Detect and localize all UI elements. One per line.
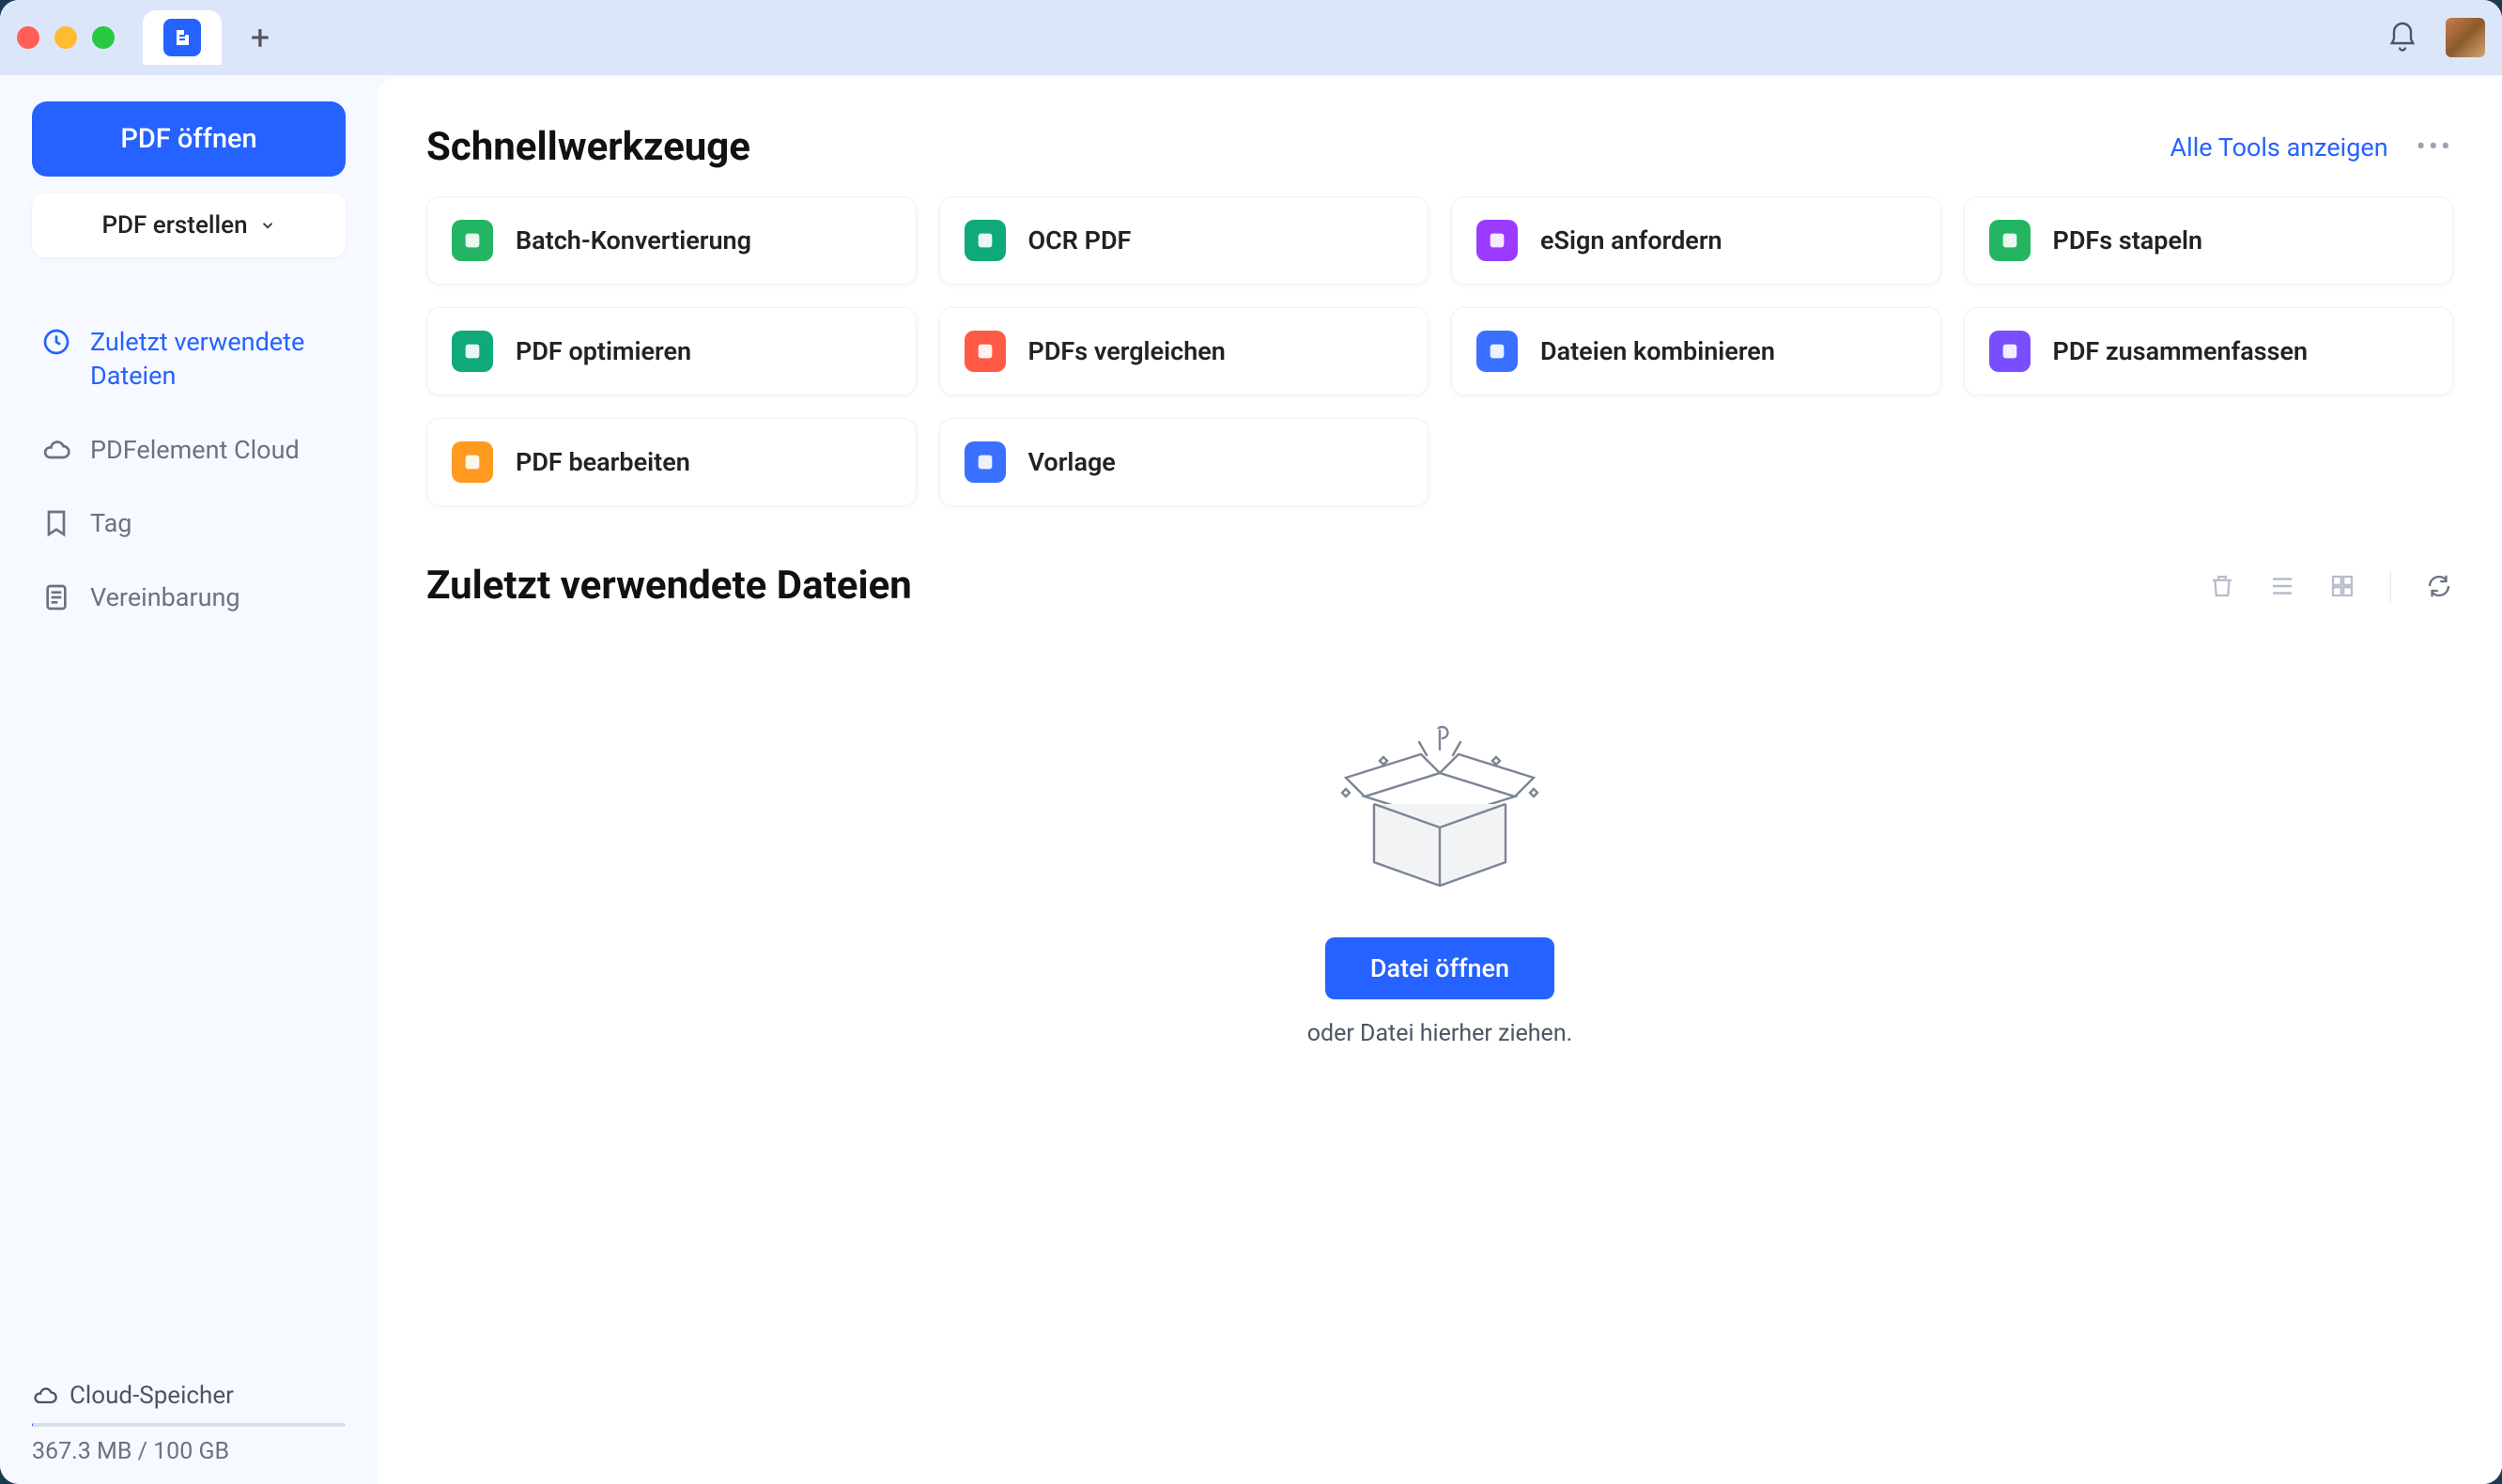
combine-icon [1476, 331, 1518, 372]
list-view-icon[interactable] [2268, 572, 2296, 600]
template-icon [965, 441, 1006, 483]
sidebar-nav: Zuletzt verwendete Dateien PDFelement Cl… [32, 312, 346, 627]
bookmark-icon [41, 508, 71, 538]
app-body: PDF öffnen PDF erstellen Zuletzt verwend… [0, 75, 2502, 1484]
sidebar: PDF öffnen PDF erstellen Zuletzt verwend… [0, 75, 378, 1484]
tool-label: PDF zusammenfassen [2053, 336, 2309, 366]
storage-progress [32, 1423, 346, 1427]
esign-icon [1476, 220, 1518, 261]
trash-icon[interactable] [2208, 572, 2236, 600]
open-file-button[interactable]: Datei öffnen [1325, 937, 1554, 999]
batch-convert-icon [452, 220, 493, 261]
document-icon [41, 582, 71, 612]
grid-view-icon[interactable] [2328, 572, 2356, 600]
nav-item-label: PDFelement Cloud [90, 433, 300, 467]
notifications-icon[interactable] [2386, 21, 2419, 54]
tool-label: Dateien kombinieren [1540, 336, 1775, 366]
separator [2390, 570, 2391, 602]
quicktools-header: Schnellwerkzeuge Alle Tools anzeigen ••• [426, 124, 2453, 170]
create-pdf-label: PDF erstellen [101, 211, 247, 240]
minimize-window-button[interactable] [54, 26, 77, 49]
cloud-storage-header[interactable]: Cloud-Speicher [32, 1382, 346, 1410]
tool-label: Vorlage [1028, 447, 1116, 477]
home-tab[interactable] [143, 10, 222, 65]
empty-state: Datei öffnen oder Datei hierher ziehen. [426, 703, 2453, 1047]
app-logo-icon [163, 19, 201, 56]
more-icon[interactable]: ••• [2417, 131, 2453, 163]
tool-label: PDFs vergleichen [1028, 336, 1226, 366]
tool-label: PDF bearbeiten [516, 447, 690, 477]
tool-label: PDFs stapeln [2053, 225, 2203, 255]
empty-box-illustration [1318, 703, 1562, 900]
tool-card-ocr[interactable]: OCR PDF [939, 196, 1429, 285]
clock-icon [41, 327, 71, 357]
refresh-icon[interactable] [2425, 572, 2453, 600]
show-all-tools-link[interactable]: Alle Tools anzeigen [2170, 132, 2388, 162]
recent-files-header: Zuletzt verwendete Dateien [426, 563, 2453, 609]
close-window-button[interactable] [17, 26, 39, 49]
tool-label: PDF optimieren [516, 336, 691, 366]
nav-item-label: Vereinbarung [90, 580, 240, 614]
summarize-icon [1989, 331, 2031, 372]
drop-hint-text: oder Datei hierher ziehen. [1307, 1020, 1572, 1047]
ocr-icon [965, 220, 1006, 261]
edit-icon [452, 441, 493, 483]
window-controls [17, 26, 115, 49]
chevron-down-icon [259, 217, 276, 234]
create-pdf-button[interactable]: PDF erstellen [32, 193, 346, 257]
app-window: { "sidebar": { "open_label": "PDF öffnen… [0, 0, 2502, 1484]
tool-label: Batch-Konvertierung [516, 225, 751, 255]
recent-files-title: Zuletzt verwendete Dateien [426, 563, 912, 609]
user-avatar[interactable] [2446, 18, 2485, 57]
open-pdf-button[interactable]: PDF öffnen [32, 101, 346, 177]
quicktools-title: Schnellwerkzeuge [426, 124, 750, 170]
cloud-icon [32, 1383, 58, 1409]
cloud-icon [41, 435, 71, 465]
maximize-window-button[interactable] [92, 26, 115, 49]
main-content: Schnellwerkzeuge Alle Tools anzeigen •••… [378, 77, 2502, 1484]
nav-cloud[interactable]: PDFelement Cloud [32, 420, 346, 480]
tool-card-summarize[interactable]: PDF zusammenfassen [1964, 307, 2454, 395]
titlebar: + [0, 0, 2502, 75]
recent-view-actions [2208, 570, 2453, 602]
tool-card-template[interactable]: Vorlage [939, 418, 1429, 506]
cloud-storage-section: Cloud-Speicher 367.3 MB / 100 GB [32, 1363, 346, 1465]
stack-icon [1989, 220, 2031, 261]
nav-item-label: Tag [90, 506, 131, 540]
tool-card-compare[interactable]: PDFs vergleichen [939, 307, 1429, 395]
optimize-icon [452, 331, 493, 372]
tool-card-batch-convert[interactable]: Batch-Konvertierung [426, 196, 917, 285]
tool-card-combine[interactable]: Dateien kombinieren [1451, 307, 1941, 395]
new-tab-button[interactable]: + [245, 23, 275, 53]
quicktools-grid: Batch-Konvertierung OCR PDF eSign anforder… [426, 196, 2453, 506]
tool-card-optimize[interactable]: PDF optimieren [426, 307, 917, 395]
nav-item-label: Zuletzt verwendete Dateien [90, 325, 336, 394]
storage-usage-text: 367.3 MB / 100 GB [32, 1438, 346, 1465]
tool-card-edit[interactable]: PDF bearbeiten [426, 418, 917, 506]
tool-label: OCR PDF [1028, 225, 1132, 255]
compare-icon [965, 331, 1006, 372]
tool-card-stack[interactable]: PDFs stapeln [1964, 196, 2454, 285]
tool-label: eSign anfordern [1540, 225, 1722, 255]
nav-agreement[interactable]: Vereinbarung [32, 567, 346, 627]
tool-card-esign[interactable]: eSign anfordern [1451, 196, 1941, 285]
nav-recent-files[interactable]: Zuletzt verwendete Dateien [32, 312, 346, 407]
nav-tag[interactable]: Tag [32, 493, 346, 553]
cloud-storage-label: Cloud-Speicher [70, 1382, 234, 1410]
